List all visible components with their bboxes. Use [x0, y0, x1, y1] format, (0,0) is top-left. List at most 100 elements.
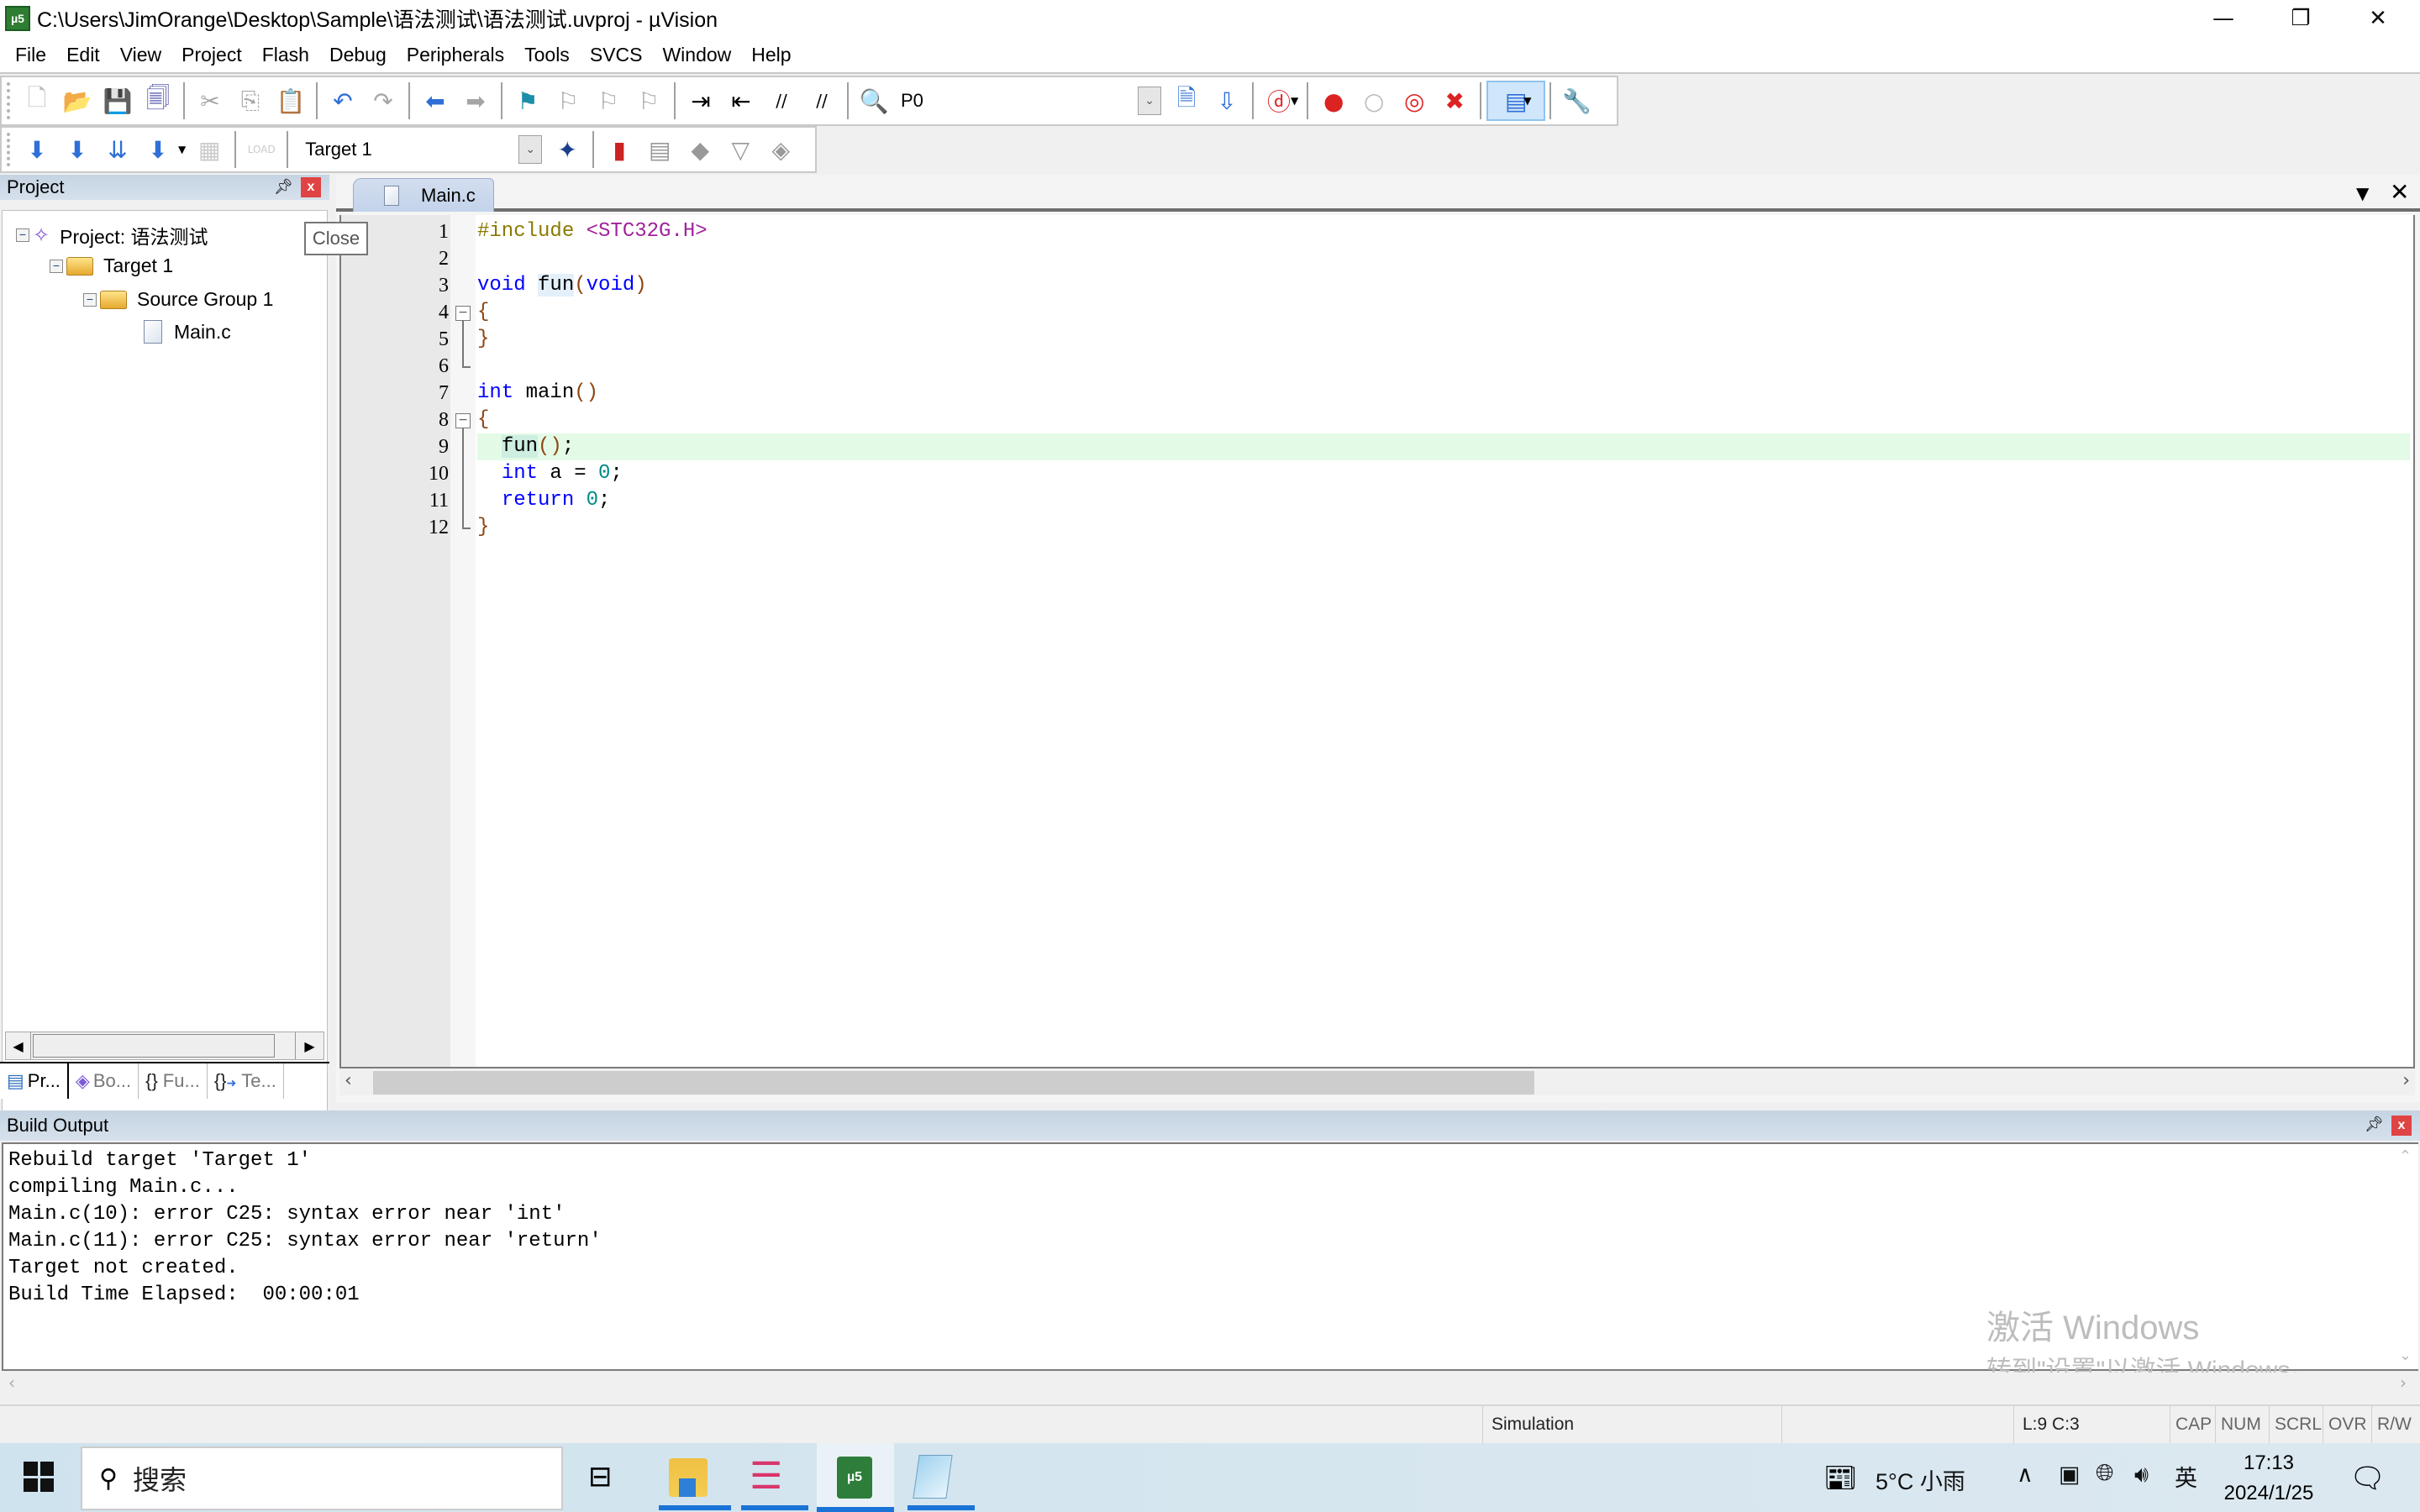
menu-help[interactable]: Help	[741, 44, 801, 66]
code-line[interactable]: }	[477, 326, 2410, 353]
scroll-left-icon[interactable]: ‹	[8, 1373, 15, 1393]
toolbar-grip[interactable]	[7, 133, 10, 166]
copy-button[interactable]: ⎘	[230, 81, 271, 121]
cut-button[interactable]: ✂	[190, 81, 230, 121]
code-line[interactable]: fun();	[477, 433, 2410, 460]
manage-multi-project-button[interactable]: ▤	[639, 129, 680, 170]
collapse-icon[interactable]: −	[83, 292, 97, 307]
menu-svcs[interactable]: SVCS	[580, 44, 653, 66]
toolbar-grip[interactable]	[7, 82, 10, 119]
indent-button[interactable]: ⇥	[681, 81, 721, 121]
breakpoint-disable-all-button[interactable]: ◎	[1394, 81, 1434, 121]
comment-button[interactable]: //	[761, 81, 802, 121]
manage-runtime-button[interactable]: ◈	[760, 129, 801, 170]
build-button[interactable]: ⬇	[57, 129, 97, 170]
code-line[interactable]: }	[477, 514, 2410, 541]
build-output-hscrollbar[interactable]: ‹ ›	[2, 1373, 2418, 1394]
pack-installer-button[interactable]: ▽	[720, 129, 760, 170]
code-line[interactable]	[477, 353, 2410, 380]
window-layout-button[interactable]: ▤	[1486, 81, 1546, 121]
scroll-right-icon[interactable]: ›	[2400, 1373, 2407, 1393]
find-button[interactable]: 🗎	[1166, 81, 1207, 121]
task-view-icon[interactable]: ⊟	[588, 1460, 613, 1494]
tree-item-project[interactable]: − ✧ Project: 语法测试	[16, 221, 208, 249]
breakpoint-kill-all-button[interactable]: ✖	[1434, 81, 1475, 121]
code-line[interactable]: int a = 0;	[477, 460, 2410, 487]
notification-center-icon[interactable]: 🗨︎	[2349, 1462, 2386, 1495]
find-combo[interactable]: P0	[901, 84, 1144, 118]
project-hscrollbar[interactable]: ◀ ▶	[5, 1032, 324, 1060]
menu-debug[interactable]: Debug	[319, 44, 397, 66]
tab-main-c[interactable]: Main.c	[353, 178, 494, 212]
menu-peripherals[interactable]: Peripherals	[397, 44, 514, 66]
code-line[interactable]	[477, 245, 2410, 272]
scroll-left-button[interactable]: ◀	[6, 1032, 31, 1059]
paste-button[interactable]: 📋	[271, 81, 311, 121]
menu-tools[interactable]: Tools	[514, 44, 580, 66]
weather-text[interactable]: 5°C 小雨	[1876, 1463, 1965, 1496]
restore-button[interactable]: ❐	[2262, 0, 2339, 37]
editor-hscrollbar[interactable]: ‹ ›	[339, 1068, 2415, 1095]
dropdown-arrow-icon[interactable]: ▼	[1291, 95, 1298, 107]
taskbar-item-keil[interactable]: µ5	[817, 1443, 894, 1512]
battery-icon[interactable]: ▣	[2059, 1462, 2081, 1488]
start-button[interactable]	[24, 1462, 54, 1492]
stc-isp-icon[interactable]: ☰	[750, 1455, 782, 1498]
scroll-thumb[interactable]	[33, 1034, 275, 1058]
close-panel-button[interactable]: x	[2391, 1116, 2412, 1136]
code-line[interactable]: void fun(void)	[477, 272, 2410, 299]
stop-build-button[interactable]: ▦	[189, 129, 229, 170]
tab-templates[interactable]: {}➜ Te...	[208, 1063, 284, 1099]
code-line[interactable]: return 0;	[477, 487, 2410, 514]
menu-edit[interactable]: Edit	[56, 44, 110, 66]
menu-project[interactable]: Project	[171, 44, 252, 66]
bookmark-toggle-button[interactable]: ⚑	[508, 81, 548, 121]
close-tab-icon[interactable]: ✕	[2390, 178, 2409, 206]
scroll-right-icon[interactable]: ›	[2402, 1070, 2410, 1091]
find-in-files-button[interactable]: 🔍	[854, 81, 894, 121]
code-line[interactable]: int main()	[477, 380, 2410, 407]
target-select[interactable]: Target 1 ⌄	[298, 133, 543, 166]
dropdown-arrow-icon[interactable]: ▼	[178, 144, 186, 155]
collapse-icon[interactable]: −	[50, 259, 63, 273]
tree-item-source-group[interactable]: − Source Group 1	[83, 288, 273, 311]
target-select-dropdown[interactable]: ⌄	[518, 135, 543, 164]
unindent-button[interactable]: ⇤	[721, 81, 761, 121]
ime-indicator[interactable]: 英	[2175, 1460, 2197, 1493]
save-all-button[interactable]: 🗐	[138, 81, 178, 121]
scroll-thumb[interactable]	[373, 1071, 1534, 1095]
file-explorer-icon[interactable]	[669, 1458, 708, 1497]
network-globe-icon[interactable]: 🌐︎	[2096, 1460, 2114, 1487]
taskbar-search-box[interactable]: ⚲ 搜索	[81, 1446, 563, 1510]
navigate-forward-button[interactable]: ➡	[455, 81, 496, 121]
menu-window[interactable]: Window	[652, 44, 741, 66]
rebuild-button[interactable]: ⇊	[97, 129, 138, 170]
code-editor[interactable]: 1 #include <STC32G.H> 2 3 void fun(void) 4{5}…	[339, 215, 2415, 1068]
news-widget-icon[interactable]: 📰︎	[1823, 1462, 1858, 1494]
tab-functions[interactable]: {} Fu...	[139, 1063, 208, 1099]
file-extensions-button[interactable]: ▮	[599, 129, 639, 170]
breakpoint-enable-button[interactable]: ○	[1354, 81, 1394, 121]
bookmark-next-button[interactable]: ⚐	[588, 81, 629, 121]
tab-list-dropdown-icon[interactable]: ▼	[2356, 183, 2369, 203]
breakpoint-insert-button[interactable]: ●	[1313, 81, 1354, 121]
code-line[interactable]: {	[477, 407, 2410, 433]
batch-build-button[interactable]: ⬇	[138, 129, 178, 170]
scroll-left-icon[interactable]: ‹	[345, 1070, 352, 1091]
pin-icon[interactable]: 📌︎	[2365, 1116, 2384, 1133]
configure-button[interactable]: 🔧	[1556, 81, 1597, 121]
download-button[interactable]: LOAD	[241, 129, 281, 170]
new-file-button[interactable]: 🗋	[17, 81, 57, 121]
scroll-up-icon[interactable]: ⌃	[2399, 1147, 2412, 1165]
translate-button[interactable]: ⬇	[17, 129, 57, 170]
show-hidden-icons-icon[interactable]: ∧	[2017, 1462, 2033, 1488]
tree-item-file[interactable]: Main.c	[144, 320, 231, 344]
bookmark-prev-button[interactable]: ⚐	[548, 81, 588, 121]
open-file-button[interactable]: 📂	[57, 81, 97, 121]
bookmark-clear-button[interactable]: ⚐	[629, 81, 669, 121]
redo-button[interactable]: ↷	[363, 81, 403, 121]
uncomment-button[interactable]: //	[802, 81, 842, 121]
tab-project[interactable]: ▤ Pr...	[0, 1063, 69, 1099]
target-options-button[interactable]: ✦	[547, 129, 587, 170]
tab-books[interactable]: ◈ Bo...	[69, 1063, 139, 1099]
